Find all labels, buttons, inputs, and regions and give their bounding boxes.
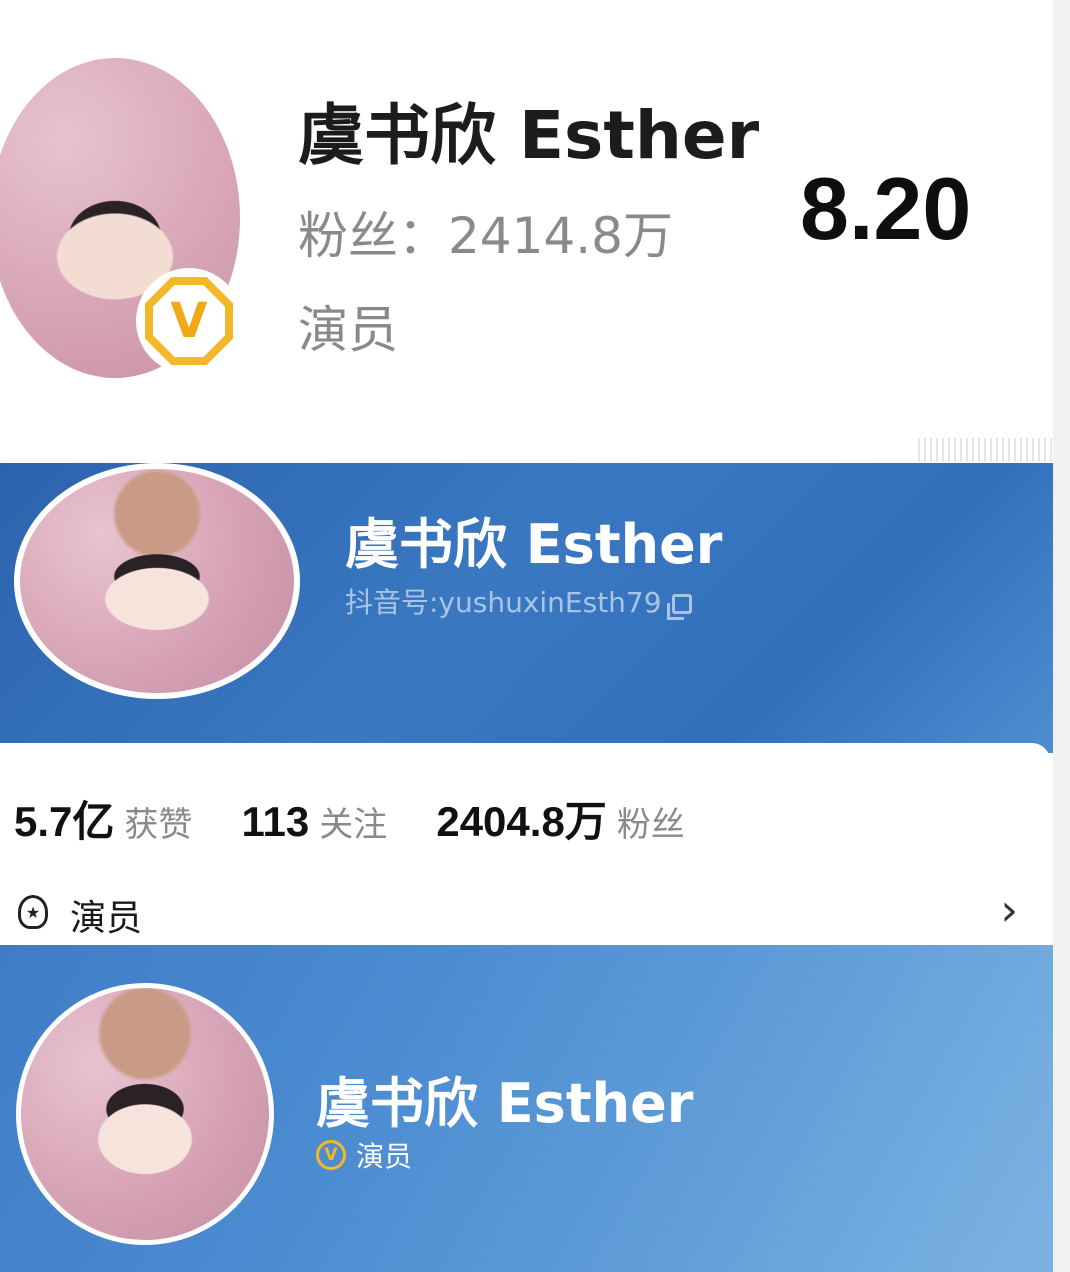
weibo-profile-panel: V 虞书欣 Esther 粉丝：2414.8万 演员 8.20 xyxy=(0,0,1053,440)
profile-name: 虞书欣 Esther xyxy=(298,97,760,174)
profile-name: 虞书欣 Esther xyxy=(345,513,723,576)
profile-name: 虞书欣 Esther xyxy=(316,1072,694,1135)
stat-label: 粉丝 xyxy=(616,805,685,845)
screen-edge-strip xyxy=(1053,0,1070,1272)
profile-role: 演员 xyxy=(298,301,398,359)
douyin-id[interactable]: 抖音号:yushuxinEsth79 xyxy=(345,581,692,621)
profile-role: 演员 xyxy=(356,1140,413,1173)
verified-badge: V xyxy=(136,268,242,374)
douyin-id-text: 抖音号:yushuxinEsth79 xyxy=(345,586,662,619)
stat-followers[interactable]: 2404.8万 粉丝 xyxy=(436,788,684,849)
date-overlay: 8.20 xyxy=(800,159,972,258)
stats-row: 5.7亿 获赞 113 关注 2404.8万 粉丝 xyxy=(14,788,729,849)
verified-badge-frame: V xyxy=(145,277,233,365)
actor-badge-icon: ★ xyxy=(18,895,48,929)
douyin-profile-panel: 虞书欣 Esther 抖音号:yushuxinEsth79 5.7亿 获赞 113… xyxy=(0,463,1053,943)
douyin-header-panel: 虞书欣 Esther V 演员 xyxy=(0,945,1053,1272)
verified-v-icon: V xyxy=(316,1140,346,1170)
fans-count: 粉丝：2414.8万 xyxy=(298,207,673,265)
stat-likes[interactable]: 5.7亿 获赞 xyxy=(14,788,192,849)
stat-label: 关注 xyxy=(319,805,388,845)
avatar[interactable] xyxy=(16,983,274,1245)
role-row[interactable]: ★ 演员 › xyxy=(18,885,1018,939)
copy-icon[interactable] xyxy=(666,594,692,620)
chevron-right-icon[interactable]: › xyxy=(1000,885,1018,936)
stat-value: 5.7亿 xyxy=(14,798,115,845)
stat-following[interactable]: 113 关注 xyxy=(241,797,387,846)
verified-v-icon: V xyxy=(153,285,225,357)
stat-value: 113 xyxy=(241,798,310,845)
avatar[interactable] xyxy=(14,463,300,699)
profile-role: 演员 xyxy=(70,898,143,939)
role-row: V 演员 xyxy=(316,1135,412,1175)
stat-value: 2404.8万 xyxy=(436,798,607,845)
divider xyxy=(918,438,1053,462)
profile-banner: 虞书欣 Esther 抖音号:yushuxinEsth79 xyxy=(0,463,1053,753)
stat-label: 获赞 xyxy=(124,805,193,845)
